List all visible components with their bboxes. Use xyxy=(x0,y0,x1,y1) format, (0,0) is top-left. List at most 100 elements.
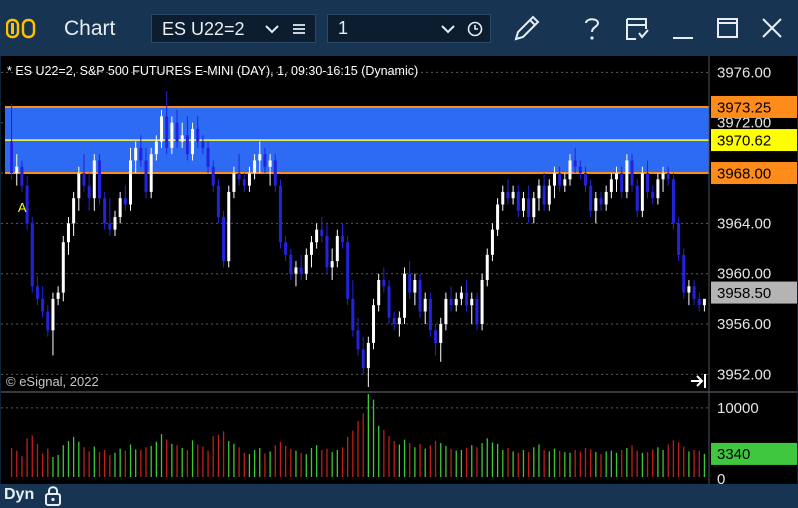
price-band xyxy=(5,105,709,175)
chart-area[interactable]: A 3976.003972.003968.003964.003960.00395… xyxy=(1,56,797,506)
candlestick-chart[interactable]: A 3976.003972.003968.003964.003960.00395… xyxy=(1,56,797,506)
candle-body xyxy=(573,160,577,167)
save-layout-icon[interactable] xyxy=(624,16,650,42)
candle-body xyxy=(129,160,133,205)
y-tick-label: 3964.00 xyxy=(717,215,771,232)
candle-body xyxy=(20,166,24,186)
candle-body xyxy=(578,166,582,174)
candle-body xyxy=(134,147,138,161)
price-label-text: 3958.50 xyxy=(717,285,771,302)
volume-bars xyxy=(10,394,706,477)
candle-body xyxy=(325,235,329,268)
candle-body xyxy=(51,298,55,331)
candle-body xyxy=(211,166,215,186)
lock-icon[interactable] xyxy=(43,485,63,507)
close-icon[interactable] xyxy=(760,17,784,39)
candle-body xyxy=(258,154,262,161)
chevron-down-icon[interactable] xyxy=(265,23,279,35)
candle-body xyxy=(72,198,76,224)
scroll-to-end-icon[interactable] xyxy=(691,374,706,388)
clock-icon[interactable] xyxy=(467,21,483,37)
candle-body xyxy=(263,154,267,167)
candle-body xyxy=(46,311,50,331)
candle-body xyxy=(413,280,417,293)
candle-body xyxy=(351,298,355,331)
candle-body xyxy=(103,198,107,224)
symbol-selector[interactable]: ES U22=2 xyxy=(151,14,316,43)
candle-body xyxy=(160,116,164,142)
candle-body xyxy=(35,286,39,299)
candle-body xyxy=(609,179,613,192)
candle-body xyxy=(232,173,236,192)
candle-body xyxy=(428,298,432,331)
candle-body xyxy=(656,179,660,199)
maximize-icon[interactable] xyxy=(716,17,740,39)
interval-selector[interactable]: 1 xyxy=(327,14,491,43)
candle-body xyxy=(537,185,541,199)
candle-body xyxy=(511,191,515,199)
minimize-icon[interactable] xyxy=(671,18,695,40)
volume-last-label: 3340 xyxy=(717,446,750,463)
list-menu-icon[interactable] xyxy=(292,22,306,36)
candle-body xyxy=(222,217,226,262)
pencil-icon[interactable] xyxy=(511,12,543,44)
candle-body xyxy=(599,198,603,205)
help-icon[interactable] xyxy=(580,14,604,42)
candle-body xyxy=(330,261,334,268)
candle-body xyxy=(201,141,205,148)
candle-body xyxy=(92,160,96,199)
candle-body xyxy=(604,191,608,205)
marker-label: A xyxy=(18,200,27,215)
window-title: Chart xyxy=(64,17,116,40)
candle-body xyxy=(630,160,634,186)
candle-body xyxy=(377,280,381,306)
candle-body xyxy=(118,198,122,218)
candle-body xyxy=(315,229,319,243)
candle-body xyxy=(552,173,556,186)
candle-body xyxy=(216,185,220,218)
candle-body xyxy=(206,147,210,167)
candle-body xyxy=(527,198,531,218)
price-label-text: 3968.00 xyxy=(717,166,771,183)
candle-body xyxy=(532,198,536,218)
candle-body xyxy=(651,191,655,199)
dynamic-mode-label: Dyn xyxy=(4,486,35,503)
candle-body xyxy=(692,286,696,299)
candle-body xyxy=(408,273,412,293)
candle-body xyxy=(677,223,681,255)
candle-body xyxy=(335,235,339,262)
candle-body xyxy=(253,160,257,174)
candle-body xyxy=(490,229,494,255)
candle-body xyxy=(113,217,117,230)
status-bar xyxy=(0,484,798,508)
candle-body xyxy=(278,185,282,243)
candle-body xyxy=(139,147,143,161)
candle-body xyxy=(61,242,65,293)
candle-body xyxy=(480,280,484,325)
candle-body xyxy=(387,286,391,318)
candle-body xyxy=(66,223,70,243)
candle-body xyxy=(449,298,453,306)
candle-body xyxy=(615,173,619,180)
candle-body xyxy=(154,141,158,155)
candle-body xyxy=(15,166,19,174)
candle-body xyxy=(309,242,313,255)
candle-body xyxy=(170,122,174,148)
candle-body xyxy=(175,122,179,142)
candle-body xyxy=(521,198,525,211)
candle-body xyxy=(465,292,469,306)
candle-body xyxy=(123,198,127,205)
price-label-text: 3970.62 xyxy=(717,133,771,150)
candle-body xyxy=(496,204,500,230)
candle-body xyxy=(475,298,479,325)
candle-body xyxy=(666,173,670,180)
chevron-down-icon[interactable] xyxy=(441,23,455,35)
candle-body xyxy=(506,191,510,199)
candle-body xyxy=(640,173,644,211)
volume-tick-label: 10000 xyxy=(717,400,759,417)
candle-body xyxy=(620,173,624,192)
candle-body xyxy=(403,273,407,318)
candle-body xyxy=(687,286,691,293)
y-tick-label: 3956.00 xyxy=(717,316,771,333)
candle-body xyxy=(671,179,675,224)
